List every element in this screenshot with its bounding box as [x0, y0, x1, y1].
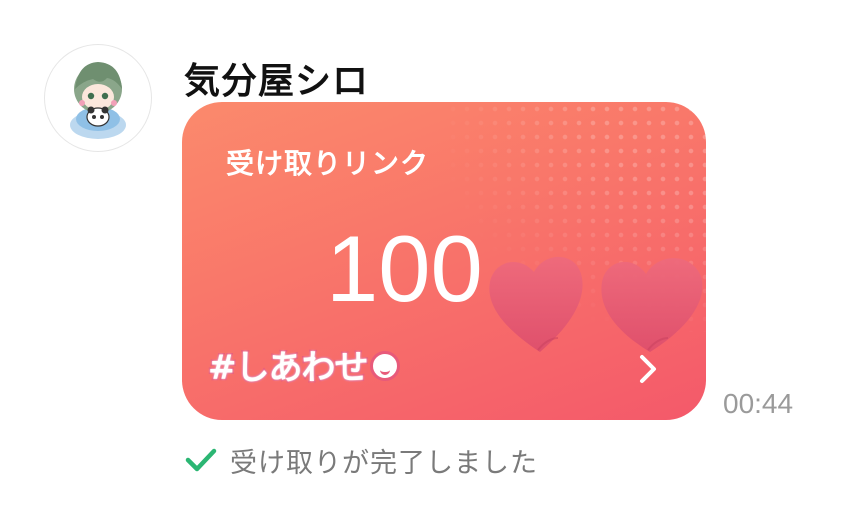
message-timestamp: 00:44 — [723, 388, 794, 419]
receive-status: 受け取りが完了しました — [184, 440, 538, 480]
hearts-icon — [489, 256, 703, 352]
card-tag-text: #しあわせ — [207, 347, 370, 390]
smile-icon — [369, 350, 400, 381]
card-tag: #しあわせ — [207, 340, 400, 390]
chevron-right-icon[interactable] — [636, 352, 660, 386]
chat-message: 気分屋シロ 受け取りリンク 100 #しあわせ 00:44 受け取りが完了しまし… — [0, 0, 859, 531]
receive-link-card[interactable]: 受け取りリンク 100 #しあわせ — [182, 102, 706, 420]
sender-name: 気分屋シロ — [184, 61, 370, 102]
user-avatar-icon — [70, 62, 126, 139]
status-text: 受け取りが完了しました — [230, 447, 538, 479]
card-amount: 100 — [326, 216, 483, 321]
check-icon — [185, 448, 217, 472]
avatar[interactable] — [44, 44, 152, 152]
card-title: 受け取りリンク — [226, 147, 430, 180]
